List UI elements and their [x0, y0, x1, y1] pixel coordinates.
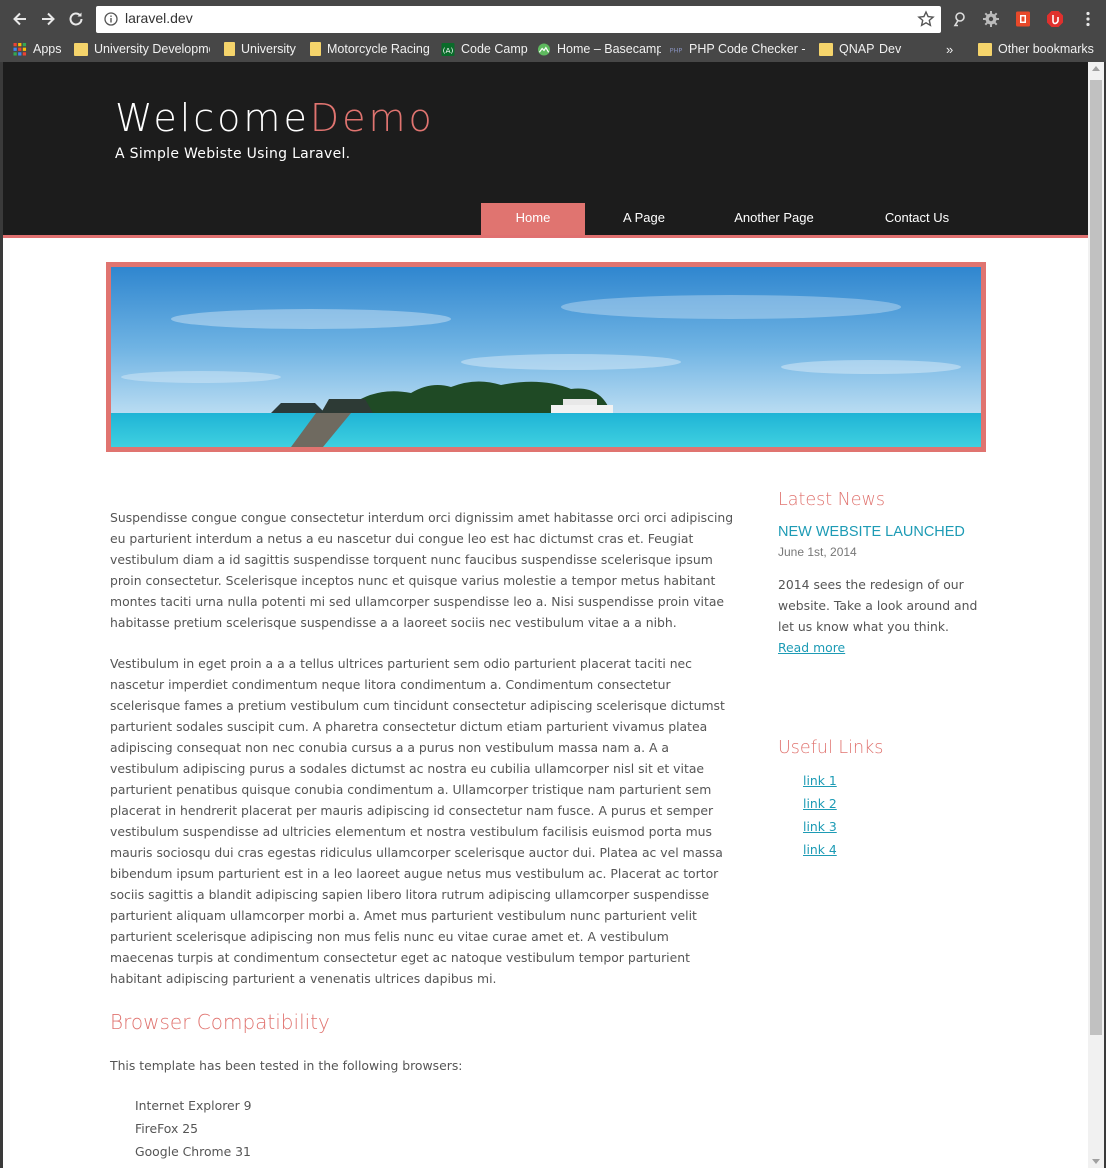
browser-chrome: laravel.dev Apps University Developme Un… [0, 0, 1106, 62]
bookmark-icon [224, 42, 235, 56]
useful-link-1[interactable]: link 1 [803, 773, 837, 788]
menu-item-a-page[interactable]: A Page [585, 203, 703, 235]
apps-grid-icon [13, 42, 27, 56]
bookmark-code-camp[interactable]: (A) Code Camp [441, 40, 529, 58]
scroll-down-arrow-icon[interactable] [1092, 1159, 1100, 1164]
useful-link-4[interactable]: link 4 [803, 842, 837, 857]
list-item: FireFox 25 [135, 1121, 199, 1136]
office-icon[interactable] [1014, 10, 1032, 28]
menu-item-home[interactable]: Home [481, 203, 585, 235]
banner [106, 262, 986, 452]
bookmarks-overflow-button[interactable]: » [946, 40, 960, 58]
browser-toolbar: laravel.dev [0, 0, 1106, 36]
list-item: link 4 [803, 838, 978, 861]
back-button[interactable] [9, 8, 31, 30]
bookmark-label: Home – Basecamp [557, 42, 661, 56]
bookmark-label: Code Camp [461, 42, 528, 56]
read-more-link[interactable]: Read more [778, 640, 845, 655]
site-header: WelcomeDemo A Simple Webiste Using Larav… [3, 62, 1088, 238]
scroll-up-arrow-icon[interactable] [1092, 66, 1100, 71]
useful-links-list: link 1 link 2 link 3 link 4 [803, 769, 978, 861]
other-bookmarks[interactable]: Other bookmarks [978, 40, 1100, 58]
bookmark-dev[interactable]: Dev [879, 40, 909, 58]
bookmark-label: Dev [879, 42, 902, 56]
main-content: Suspendisse congue congue consectetur in… [110, 507, 735, 1163]
folder-icon [74, 42, 88, 56]
menu-item-contact-us[interactable]: Contact Us [845, 203, 989, 235]
bookmark-basecamp[interactable]: Home – Basecamp [537, 40, 661, 58]
compatibility-intro: This template has been tested in the fol… [110, 1058, 463, 1073]
useful-links-heading: Useful Links [778, 738, 884, 758]
basecamp-icon [537, 42, 551, 56]
reload-button[interactable] [65, 8, 87, 30]
content-paragraph: Suspendisse congue congue consectetur in… [110, 510, 734, 630]
content-paragraph: Vestibulum in eget proin a a a tellus ul… [110, 656, 725, 986]
bookmark-php-code-checker[interactable]: PHP PHP Code Checker - S [669, 40, 806, 58]
site-logo[interactable]: WelcomeDemo [115, 96, 435, 140]
svg-text:(A): (A) [443, 45, 454, 54]
bookmark-motorcycle-racing[interactable]: Motorcycle Racing [310, 40, 434, 58]
bookmark-label: Motorcycle Racing [327, 42, 430, 56]
info-icon[interactable] [104, 12, 118, 26]
bookmark-qnap[interactable]: QNAP [819, 40, 875, 58]
vertical-scrollbar[interactable] [1088, 62, 1104, 1168]
folder-icon [819, 42, 833, 56]
news-date: June 1st, 2014 [778, 545, 857, 559]
more-vertical-icon[interactable] [1079, 10, 1097, 28]
overflow-chevron-icon: » [946, 41, 954, 57]
bookmark-label: Other bookmarks [998, 42, 1094, 56]
list-item: Internet Explorer 9 [135, 1098, 252, 1113]
browser-compatibility-heading: Browser Compatibility [110, 1010, 330, 1034]
logo-welcome: Welcome [115, 96, 310, 140]
list-item: link 1 [803, 769, 978, 792]
bookmarks-bar: Apps University Developme University Mot… [0, 36, 1106, 62]
bookmark-label: University Developme [94, 42, 210, 56]
logo-demo: Demo [309, 96, 435, 140]
forward-button[interactable] [37, 8, 59, 30]
bookmark-university-development[interactable]: University Developme [74, 40, 210, 58]
reload-icon [69, 12, 83, 26]
useful-link-3[interactable]: link 3 [803, 819, 837, 834]
bookmark-icon [310, 42, 321, 56]
bookmark-apps[interactable]: Apps [13, 40, 71, 58]
scrollbar-thumb[interactable] [1090, 80, 1102, 1035]
url-text[interactable]: laravel.dev [125, 10, 193, 26]
list-item: link 2 [803, 792, 978, 815]
bookmark-label: QNAP [839, 42, 875, 56]
address-bar[interactable]: laravel.dev [96, 6, 941, 33]
bookmark-star-icon[interactable] [917, 10, 935, 28]
sidebar: Latest News NEW WEBSITE LAUNCHED June 1s… [778, 487, 978, 861]
bookmark-label: University [241, 42, 296, 56]
page-viewport: WelcomeDemo A Simple Webiste Using Larav… [0, 62, 1106, 1168]
php-icon: PHP [670, 46, 683, 54]
bookmark-university[interactable]: University [224, 40, 302, 58]
arrow-right-icon [42, 12, 55, 26]
browser-list: Internet Explorer 9 FireFox 25 Google Ch… [135, 1094, 735, 1163]
list-item: Google Chrome 31 [135, 1144, 251, 1159]
lastpass-key-icon[interactable] [951, 10, 969, 28]
latest-news-heading: Latest News [778, 490, 885, 510]
list-item: link 3 [803, 815, 978, 838]
bookmark-label: Apps [33, 42, 62, 56]
useful-link-2[interactable]: link 2 [803, 796, 837, 811]
bookmark-label: PHP Code Checker - S [689, 42, 806, 56]
news-title: NEW WEBSITE LAUNCHED [778, 524, 965, 540]
banner-image [111, 267, 981, 447]
main-menu: Home A Page Another Page Contact Us [481, 203, 989, 235]
arrow-left-icon [13, 12, 26, 26]
svg-text:PHP: PHP [670, 46, 683, 54]
codecamp-icon: (A) [441, 42, 455, 56]
folder-icon [978, 42, 992, 56]
adblock-icon[interactable] [1046, 10, 1064, 28]
site-slogan: A Simple Webiste Using Laravel. [115, 146, 351, 162]
menu-item-another-page[interactable]: Another Page [703, 203, 845, 235]
news-body: 2014 sees the redesign of our website. T… [778, 577, 978, 634]
gear-icon[interactable] [982, 10, 1000, 28]
